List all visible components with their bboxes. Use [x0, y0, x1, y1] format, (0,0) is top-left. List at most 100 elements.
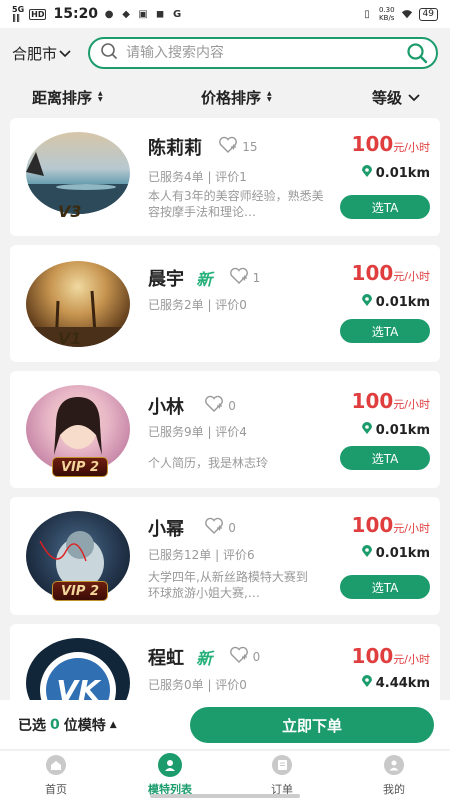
sort-price[interactable]: 价格排序 ▲ ▼ [201, 87, 272, 108]
like-count: 0 [228, 398, 236, 413]
distance: 0.01km [361, 422, 430, 439]
price: 100元/小时 [351, 132, 430, 156]
model-name: 晨宇 新 1 [148, 267, 261, 290]
model-card[interactable]: VIP 2 小林 0 已服务9单 | 评价4 个人简历，我是林志玲 100元/小… [10, 371, 440, 488]
sort-level[interactable]: 等级 [372, 87, 420, 108]
chevron-down-icon [408, 88, 420, 106]
price: 100元/小时 [351, 389, 430, 413]
location-pin-icon [361, 545, 372, 562]
model-name: 陈莉莉 15 [148, 136, 258, 159]
service-stats: 已服务4单 | 评价1 [148, 170, 247, 184]
select-model-button[interactable]: 选TA [340, 195, 430, 219]
service-stats: 已服务0单 | 评价0 [148, 678, 247, 692]
notification-icon: ● [104, 8, 114, 20]
home-icon [46, 755, 66, 775]
location-pin-icon [361, 294, 372, 311]
model-card[interactable]: V1 晨宇 新 1 已服务2单 | 评价0 100元/小时 0.01km 选TA [10, 245, 440, 362]
hd-indicator: HD [29, 8, 47, 20]
tab-me[interactable]: 我的 [354, 755, 434, 797]
user-icon [384, 755, 404, 775]
like-count: 1 [252, 270, 261, 285]
like-count: 0 [252, 649, 261, 664]
model-description: 本人有3年的美容师经验，熟悉美容按摩手法和理论… [148, 189, 324, 219]
clock: 15:20 [53, 6, 99, 22]
model-name: 小幂 0 [148, 517, 236, 540]
like-count: 0 [228, 520, 236, 535]
select-model-button[interactable]: 选TA [340, 319, 430, 343]
like-count: 15 [242, 139, 258, 154]
search-box [88, 37, 438, 69]
like-counter[interactable]: 0 [229, 646, 261, 667]
chat-icon: ◆ [122, 8, 130, 20]
app-icon: ◼ [155, 8, 165, 20]
like-counter[interactable]: 1 [229, 267, 261, 288]
heart-icon [218, 136, 238, 157]
distance: 0.01km [361, 294, 430, 311]
city-selector[interactable]: 合肥市 [12, 43, 71, 64]
price: 100元/小时 [351, 261, 430, 285]
model-list-icon [158, 753, 182, 777]
tab-label: 首页 [45, 783, 67, 796]
model-card[interactable]: VIP 2 小幂 0 已服务12单 | 评价6 大学四年,从新丝路模特大赛到环球… [10, 497, 440, 615]
location-pin-icon [361, 165, 372, 182]
model-card[interactable]: VK 程虹 新 0 已服务0单 | 评价0 100元/小时 4.44km [10, 624, 440, 728]
selected-prefix: 已选 [18, 717, 46, 734]
sort-arrows-icon: ▲ ▼ [98, 90, 103, 103]
bottom-tab-bar: 首页 模特列表 订单 我的 [0, 751, 450, 800]
home-indicator [150, 794, 300, 798]
select-model-button[interactable]: 选TA [340, 446, 430, 470]
selected-suffix: 位模特 [63, 717, 106, 734]
google-icon: G [172, 8, 182, 20]
search-icon[interactable] [402, 38, 432, 68]
order-bar: 已选 0 位模特 ▲ 立即下单 [0, 700, 450, 750]
distance: 4.44km [361, 675, 430, 692]
tab-label: 我的 [383, 783, 405, 796]
tab-home[interactable]: 首页 [16, 755, 96, 797]
sort-distance-label: 距离排序 [32, 88, 93, 107]
search-input[interactable] [126, 45, 402, 61]
distance: 0.01km [361, 165, 430, 182]
vibrate-icon: ▯ [364, 8, 370, 20]
like-counter[interactable]: 0 [204, 517, 236, 538]
place-order-button[interactable]: 立即下单 [190, 707, 434, 743]
sort-distance[interactable]: 距离排序 ▲ ▼ [32, 87, 103, 108]
heart-icon [204, 395, 224, 416]
model-name: 小林 0 [148, 395, 236, 418]
model-name: 程虹 新 0 [148, 646, 261, 669]
heart-icon [229, 646, 249, 667]
sort-level-label: 等级 [372, 88, 403, 107]
new-tag: 新 [196, 270, 213, 289]
vip-level-badge: VIP 2 [52, 457, 108, 477]
service-stats: 已服务9单 | 评价4 [148, 425, 247, 439]
vip-level-badge: V3 [58, 202, 82, 221]
model-description: 个人简历，我是林志玲 [148, 456, 269, 470]
new-tag: 新 [196, 649, 213, 668]
network-indicator: 5G ‖‖ [12, 5, 25, 22]
like-counter[interactable]: 0 [204, 395, 236, 416]
vip-level-badge: V1 [58, 329, 82, 348]
status-bar: 5G ‖‖ HD 15:20 ● ◆ ▣ ◼ G ▯ 0.30 KB/s 49 [0, 0, 450, 28]
model-card[interactable]: V3 陈莉莉 15 已服务4单 | 评价1 本人有3年的美容师经验，熟悉美容按摩… [10, 118, 440, 236]
sort-bar: 距离排序 ▲ ▼ 价格排序 ▲ ▼ 等级 [0, 80, 450, 114]
location-pin-icon [361, 675, 372, 692]
location-pin-icon [361, 422, 372, 439]
network-speed: 0.30 KB/s [378, 6, 395, 22]
like-counter[interactable]: 15 [218, 136, 258, 157]
wifi-icon [401, 8, 413, 20]
battery-indicator: 49 [418, 7, 438, 21]
sort-arrows-icon: ▲ ▼ [267, 90, 272, 103]
price: 100元/小时 [351, 513, 430, 537]
square-icon: ▣ [138, 8, 148, 20]
sort-price-label: 价格排序 [201, 88, 262, 107]
search-prefix-icon [100, 42, 118, 64]
selected-count-toggle[interactable]: 已选 0 位模特 ▲ [18, 715, 117, 735]
price: 100元/小时 [351, 644, 430, 668]
chevron-down-icon [59, 44, 71, 62]
vip-level-badge: VIP 2 [52, 581, 108, 601]
select-model-button[interactable]: 选TA [340, 575, 430, 599]
tab-model-list[interactable]: 模特列表 [130, 753, 210, 797]
orders-icon [272, 755, 292, 775]
tab-orders[interactable]: 订单 [242, 755, 322, 797]
heart-icon [204, 517, 224, 538]
service-stats: 已服务12单 | 评价6 [148, 548, 255, 562]
